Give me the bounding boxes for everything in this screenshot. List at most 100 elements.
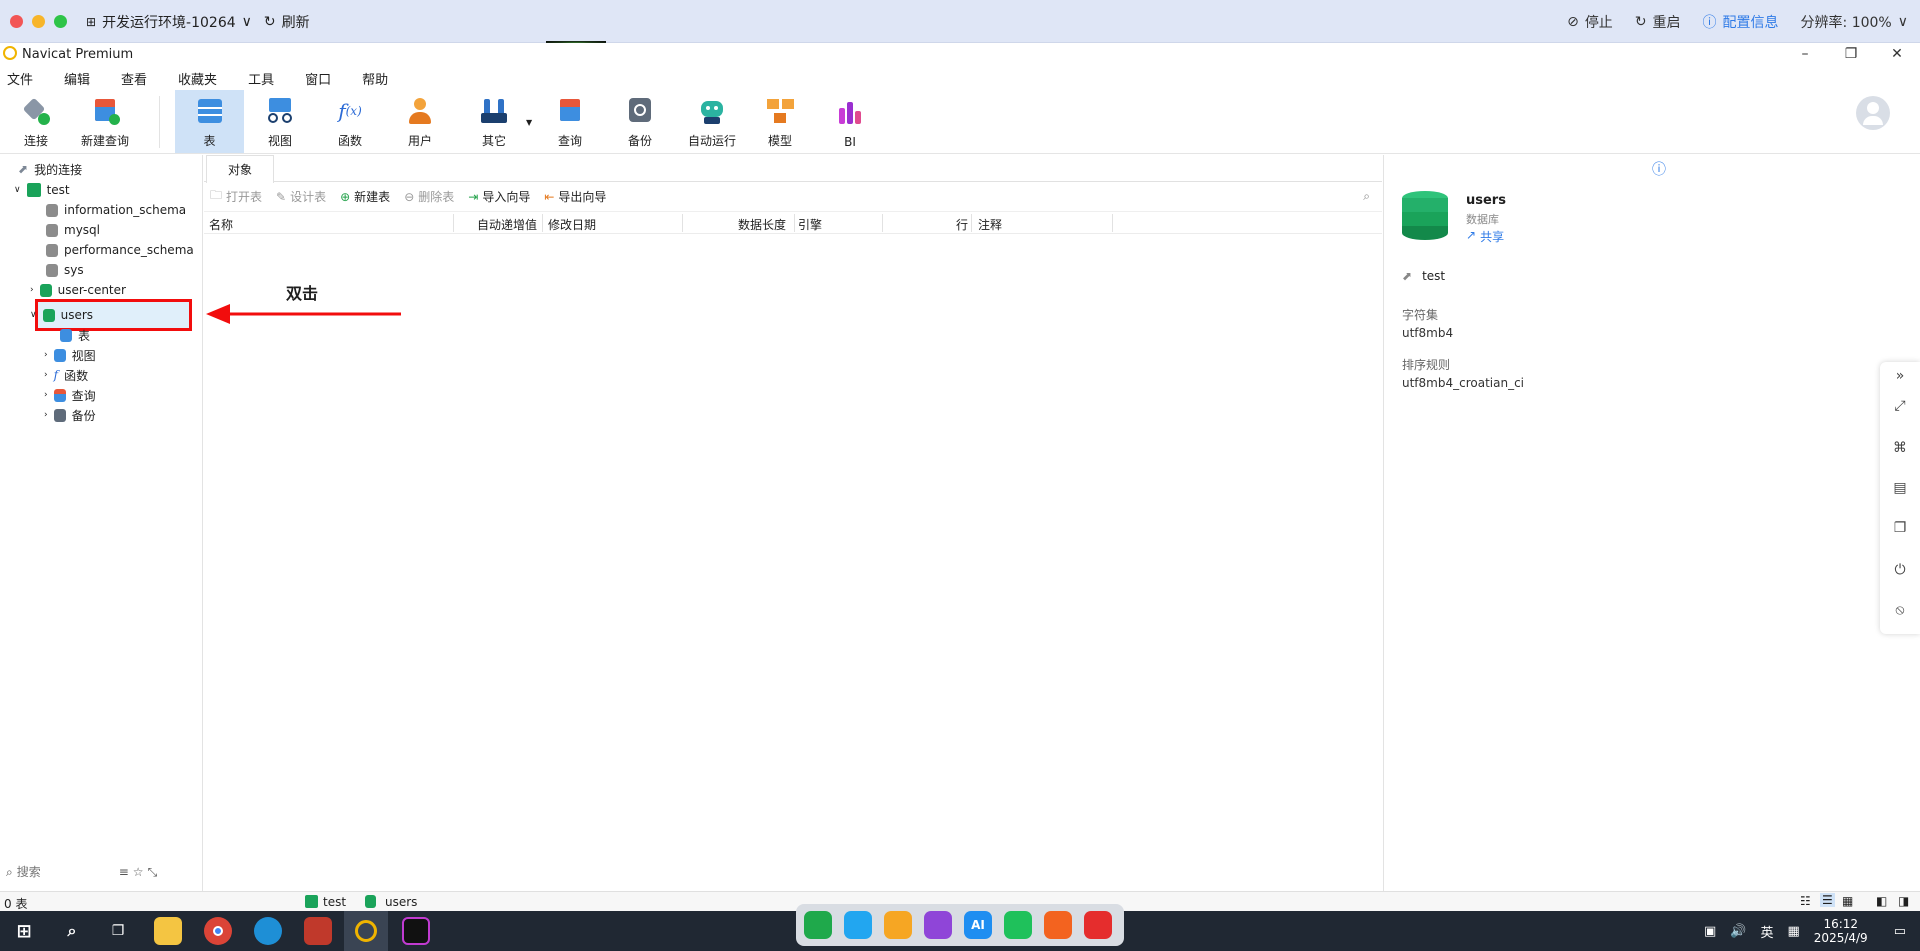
my-connections-header[interactable]: ⬈ 我的连接 <box>18 159 82 179</box>
tree-users-backups[interactable]: › 备份 <box>44 405 96 425</box>
tree-users-queries[interactable]: › 查询 <box>44 385 96 405</box>
tree-db-sys[interactable]: sys <box>46 260 84 280</box>
menu-help[interactable]: 帮助 <box>355 66 396 88</box>
menu-favorites[interactable]: 收藏夹 <box>171 66 225 88</box>
auto-run-button[interactable]: 自动运行 <box>686 90 738 153</box>
tab-objects[interactable]: 对象 <box>206 155 274 183</box>
chevron-down-icon[interactable]: ∨ <box>30 310 37 320</box>
fullscreen-icon[interactable]: ⤢ <box>1890 396 1910 416</box>
menu-file[interactable]: 文件 <box>0 66 41 88</box>
col-comment[interactable]: 注释 <box>978 216 1002 233</box>
design-table-button[interactable]: ✎ 设计表 <box>276 188 326 205</box>
menu-tools[interactable]: 工具 <box>241 66 282 88</box>
function-button[interactable]: f (x) 函数 <box>328 90 372 153</box>
file-explorer-icon[interactable] <box>154 917 182 945</box>
tree-db-mysql[interactable]: mysql <box>46 220 100 240</box>
chevron-down-icon[interactable]: ∨ <box>242 14 252 30</box>
bi-button[interactable]: BI <box>828 90 872 153</box>
tree-users-tables[interactable]: 表 <box>60 325 90 345</box>
import-wizard-button[interactable]: ⇥ 导入向导 <box>468 188 530 205</box>
chevron-right-icon[interactable]: › <box>44 350 48 360</box>
col-auto-increment[interactable]: 自动递增值 <box>477 216 537 233</box>
column-divider[interactable] <box>682 214 683 232</box>
avatar[interactable] <box>1856 96 1890 130</box>
stop-button[interactable]: ⊘ 停止 <box>1567 12 1613 32</box>
copy-icon[interactable]: ❐ <box>1890 518 1910 538</box>
power-icon[interactable]: ⏻ <box>1890 560 1910 580</box>
connect-button[interactable]: 连接 <box>14 90 58 153</box>
chevron-right-icon[interactable]: › <box>44 410 48 420</box>
config-info-button[interactable]: ⓘ 配置信息 <box>1703 12 1779 32</box>
restart-button[interactable]: ↻ 重启 <box>1635 12 1681 32</box>
clock[interactable]: 16:12 2025/4/9 <box>1814 917 1868 945</box>
dock-files-icon[interactable] <box>884 911 912 939</box>
network-icon[interactable]: ▣ <box>1704 924 1716 939</box>
resolution-selector[interactable]: 分辨率: 100% ∨ <box>1801 12 1908 32</box>
new-query-button[interactable]: 新建查询 <box>80 90 130 153</box>
right-panel-toggle-icon[interactable]: ◨ <box>1898 894 1909 908</box>
filter-icon[interactable]: ≡ <box>119 865 129 879</box>
backup-button[interactable]: 备份 <box>618 90 662 153</box>
column-divider[interactable] <box>882 214 883 232</box>
column-divider[interactable] <box>794 214 795 232</box>
other-button[interactable]: 其它 <box>472 90 516 153</box>
star-icon[interactable]: ☆ <box>133 865 144 879</box>
query-button[interactable]: 查询 <box>548 90 592 153</box>
scan-icon[interactable]: ⌘ <box>1890 438 1910 458</box>
status-database[interactable]: users <box>385 895 417 909</box>
col-name[interactable]: 名称 <box>209 216 233 233</box>
menu-edit[interactable]: 编辑 <box>57 66 98 88</box>
search-icon[interactable]: ⌕ <box>58 917 86 945</box>
tree-connection-test[interactable]: ∨ test <box>14 180 70 200</box>
user-button[interactable]: 用户 <box>398 90 442 153</box>
minimize-dot-icon[interactable] <box>32 15 45 28</box>
tree-db-information-schema[interactable]: information_schema <box>46 200 186 220</box>
open-table-button[interactable]: 🗀 打开表 <box>210 186 262 207</box>
volume-icon[interactable]: 🔊 <box>1730 924 1746 939</box>
status-connection[interactable]: test <box>323 895 346 909</box>
dock-book-icon[interactable] <box>924 911 952 939</box>
close-icon[interactable]: ✕ <box>1874 43 1920 65</box>
share-button[interactable]: ↗ 共享 <box>1466 228 1504 245</box>
dock-monitor-icon[interactable] <box>844 911 872 939</box>
menu-window[interactable]: 窗口 <box>298 66 339 88</box>
menu-view[interactable]: 查看 <box>114 66 155 88</box>
list-view-icon[interactable]: ☷ <box>1800 894 1811 908</box>
chevron-down-icon[interactable]: ∨ <box>14 185 21 195</box>
table-button[interactable]: 表 <box>175 90 244 153</box>
chrome-icon[interactable] <box>204 917 232 945</box>
expand-double-chevron-icon[interactable]: » <box>1890 366 1910 386</box>
collapse-icon[interactable]: ⤡ <box>148 865 158 880</box>
tree-db-performance-schema[interactable]: performance_schema <box>46 240 194 260</box>
export-wizard-button[interactable]: ⇤ 导出向导 <box>544 188 606 205</box>
col-modified-date[interactable]: 修改日期 <box>548 216 596 233</box>
task-view-icon[interactable]: ❐ <box>104 917 132 945</box>
tree-users-views[interactable]: › 视图 <box>44 345 96 365</box>
new-table-button[interactable]: ⊕ 新建表 <box>340 188 390 205</box>
grid-view-icon[interactable]: ▦ <box>1842 894 1853 908</box>
tree-db-user-center[interactable]: › user-center <box>30 280 126 300</box>
dock-ai-icon[interactable]: AI <box>964 911 992 939</box>
windows-start-icon[interactable]: ⊞ <box>10 917 38 945</box>
dock-app-green-icon[interactable] <box>804 911 832 939</box>
delete-table-button[interactable]: ⊖ 删除表 <box>404 188 454 205</box>
dock-chat-icon[interactable] <box>1004 911 1032 939</box>
view-button[interactable]: 视图 <box>258 90 302 153</box>
col-data-length[interactable]: 数据长度 <box>738 216 786 233</box>
dock-power-icon[interactable] <box>1084 911 1112 939</box>
column-divider[interactable] <box>971 214 972 232</box>
app-icon[interactable] <box>304 917 332 945</box>
column-divider[interactable] <box>1112 214 1113 232</box>
tree-db-users[interactable]: ∨ users <box>30 305 93 325</box>
column-divider[interactable] <box>542 214 543 232</box>
left-panel-toggle-icon[interactable]: ◧ <box>1876 894 1887 908</box>
model-button[interactable]: 模型 <box>758 90 802 153</box>
restore-icon[interactable]: ❐ <box>1828 43 1874 65</box>
tree-users-functions[interactable]: › f 函数 <box>44 365 88 385</box>
refresh-button[interactable]: 刷新 <box>282 12 310 32</box>
edge-icon[interactable] <box>254 917 282 945</box>
remote-session-title[interactable]: 开发运行环境-10264 <box>102 12 236 32</box>
keyboard-icon[interactable]: ▦ <box>1788 924 1800 939</box>
notification-icon[interactable]: ▭ <box>1894 924 1906 939</box>
navicat-taskbar-icon[interactable] <box>344 911 388 951</box>
